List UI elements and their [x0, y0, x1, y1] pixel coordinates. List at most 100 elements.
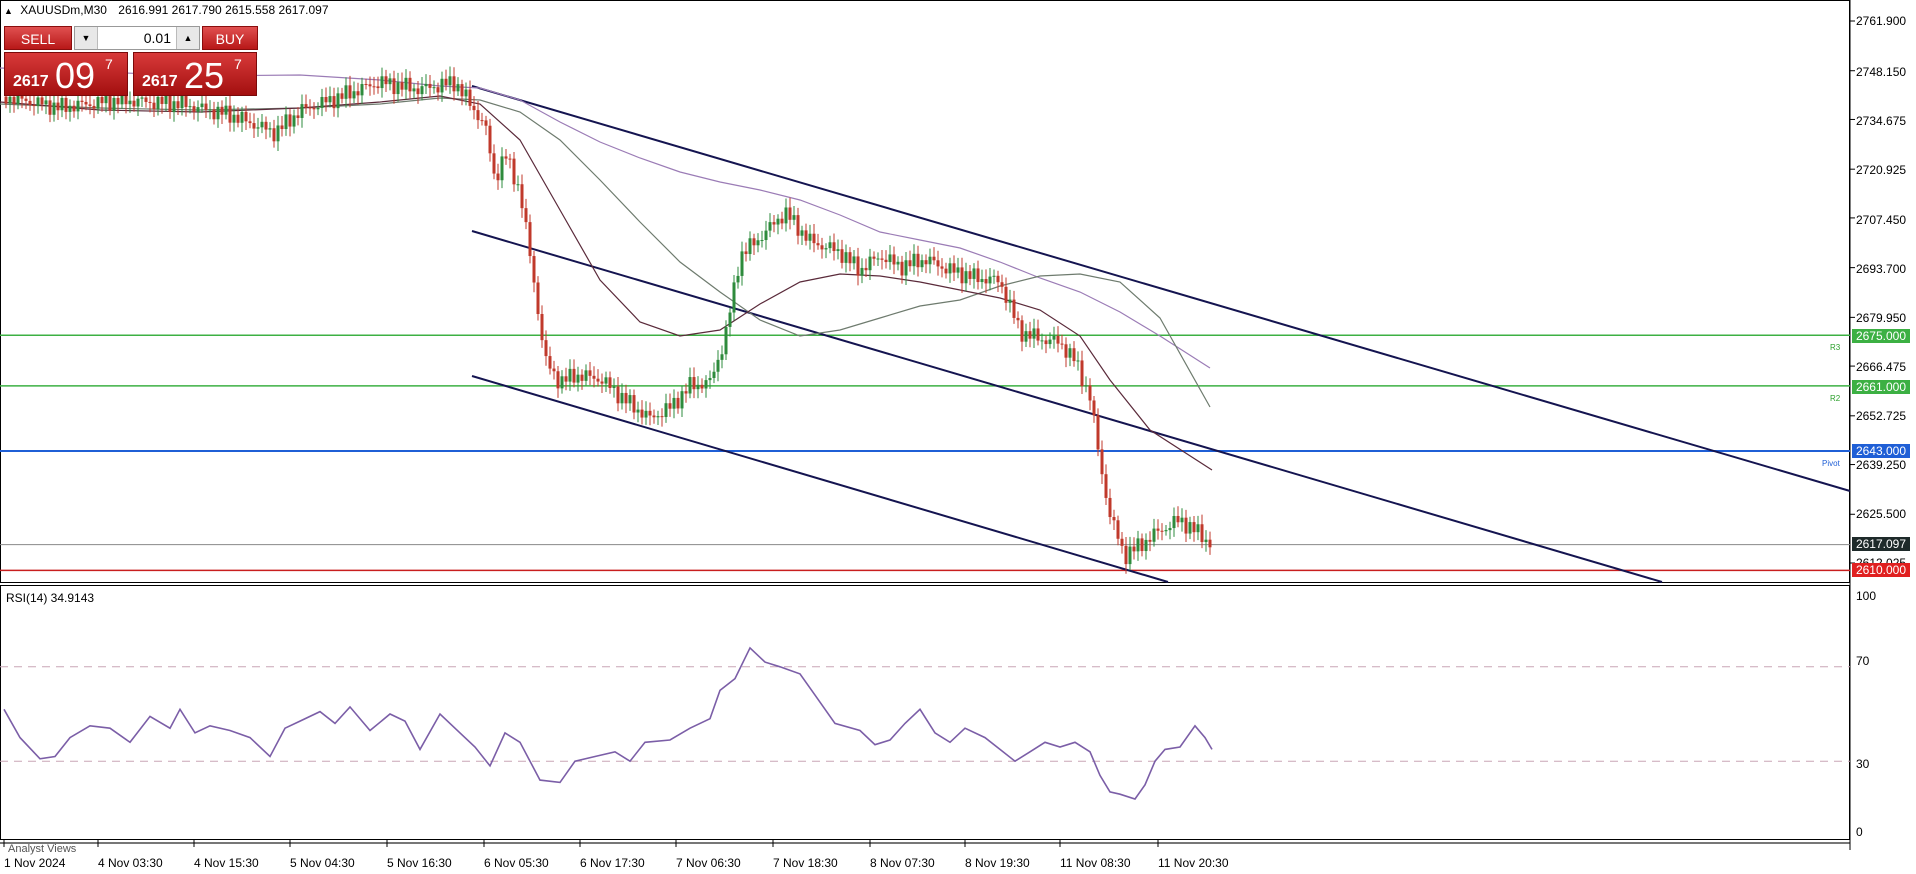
candle-body: [304, 104, 308, 108]
candle-body: [344, 85, 348, 99]
rsi-axis-label: 70: [1856, 654, 1870, 668]
candle-body: [592, 375, 596, 379]
candle-body: [488, 125, 492, 154]
candle-body: [36, 97, 40, 106]
volume-down-icon[interactable]: ▼: [75, 27, 98, 49]
candle-body: [292, 115, 296, 127]
ohlc-values: 2616.991 2617.790 2615.558 2617.097: [118, 3, 329, 17]
candle-body: [96, 97, 100, 109]
candle-body: [1032, 328, 1036, 339]
candle-body: [868, 256, 872, 271]
level-tag-pivot: Pivot: [1822, 459, 1840, 468]
candle-body: [264, 121, 268, 130]
candle-body: [660, 416, 664, 418]
candle-body: [1012, 299, 1016, 318]
price-axis-label: 2679.950: [1856, 311, 1907, 325]
buy-button[interactable]: BUY: [202, 26, 258, 50]
candle-body: [508, 158, 512, 160]
candle-body: [952, 263, 956, 273]
price-axis-label: 2720.925: [1856, 163, 1907, 177]
candle-body: [116, 97, 120, 105]
candle-body: [532, 256, 536, 283]
candle-body: [248, 121, 252, 124]
candle-body: [288, 114, 292, 127]
candle-body: [412, 88, 416, 92]
candle-body: [776, 218, 780, 225]
candle-body: [752, 238, 756, 246]
price-axis-label: 2639.250: [1856, 458, 1907, 472]
candle-body: [64, 97, 68, 112]
candle-body: [816, 243, 820, 246]
candle-body: [72, 105, 76, 112]
candle-body: [880, 258, 884, 260]
candle-body: [568, 368, 572, 382]
candle-body: [356, 91, 360, 96]
candle-body: [1164, 530, 1168, 532]
sell-button[interactable]: SELL: [4, 26, 72, 50]
candle-body: [824, 248, 828, 250]
candle-body: [856, 256, 860, 276]
candle-body: [144, 97, 148, 102]
candle-body: [472, 105, 476, 111]
candle-body: [656, 416, 660, 418]
sell-price-quote[interactable]: 2617 09 7: [4, 52, 128, 96]
candle-body: [60, 97, 64, 111]
candle-body: [964, 271, 968, 284]
candle-body: [544, 340, 548, 357]
candle-body: [908, 260, 912, 267]
candle-body: [44, 100, 48, 105]
candle-body: [860, 267, 864, 276]
level-tag-r3: R3: [1830, 343, 1841, 352]
time-axis-label: 5 Nov 16:30: [387, 856, 452, 870]
rsi-axis-label: 100: [1856, 589, 1877, 603]
candle-body: [424, 83, 428, 87]
volume-input[interactable]: 0.01: [99, 27, 175, 49]
candle-body: [928, 256, 932, 265]
volume-field[interactable]: ▼ 0.01 ▲: [74, 26, 200, 50]
buy-price-quote[interactable]: 2617 25 7: [133, 52, 257, 96]
chart-window[interactable]: ▲ XAUUSDm,M30 2616.991 2617.790 2615.558…: [0, 0, 1916, 874]
price-axis-label: 2625.500: [1856, 507, 1907, 521]
volume-up-icon[interactable]: ▲: [176, 27, 199, 49]
candle-body: [540, 314, 544, 341]
level-tag-r2: R2: [1830, 394, 1841, 403]
collapse-triangle-icon[interactable]: ▲: [4, 6, 13, 16]
candle-body: [708, 378, 712, 381]
candle-body: [580, 374, 584, 381]
symbol-label: XAUUSDm,M30: [20, 3, 107, 17]
candle-body: [1084, 385, 1088, 387]
candle-body: [744, 251, 748, 255]
candle-body: [188, 106, 192, 108]
candle-body: [212, 109, 216, 120]
candle-body: [228, 105, 232, 123]
chart-canvas[interactable]: [0, 0, 1916, 874]
candle-body: [944, 268, 948, 274]
candle-body: [1156, 528, 1160, 531]
candle-body: [564, 376, 568, 382]
candle-body: [1184, 517, 1188, 534]
candle-body: [844, 252, 848, 263]
candle-body: [1052, 335, 1056, 340]
candle-body: [980, 279, 984, 283]
rsi-panel-frame: [0, 585, 1850, 840]
candle-body: [1196, 524, 1200, 533]
candle-body: [1208, 539, 1212, 548]
candle-body: [80, 100, 84, 102]
candle-body: [696, 384, 700, 390]
candle-body: [348, 85, 352, 99]
candle-body: [960, 267, 964, 284]
candle-body: [360, 84, 364, 96]
candle-body: [500, 156, 504, 181]
candle-body: [876, 258, 880, 260]
time-axis-label: 6 Nov 05:30: [484, 856, 549, 870]
time-axis-label: 4 Nov 15:30: [194, 856, 259, 870]
moving-average-fast: [0, 95, 1213, 471]
candle-body: [620, 392, 624, 404]
candle-body: [600, 381, 604, 384]
candle-body: [812, 233, 816, 244]
candle-body: [392, 78, 396, 95]
analyst-views-label: Analyst Views: [8, 843, 77, 855]
candle-body: [704, 380, 708, 389]
candle-body: [516, 184, 520, 186]
time-axis-label: 4 Nov 03:30: [98, 856, 163, 870]
